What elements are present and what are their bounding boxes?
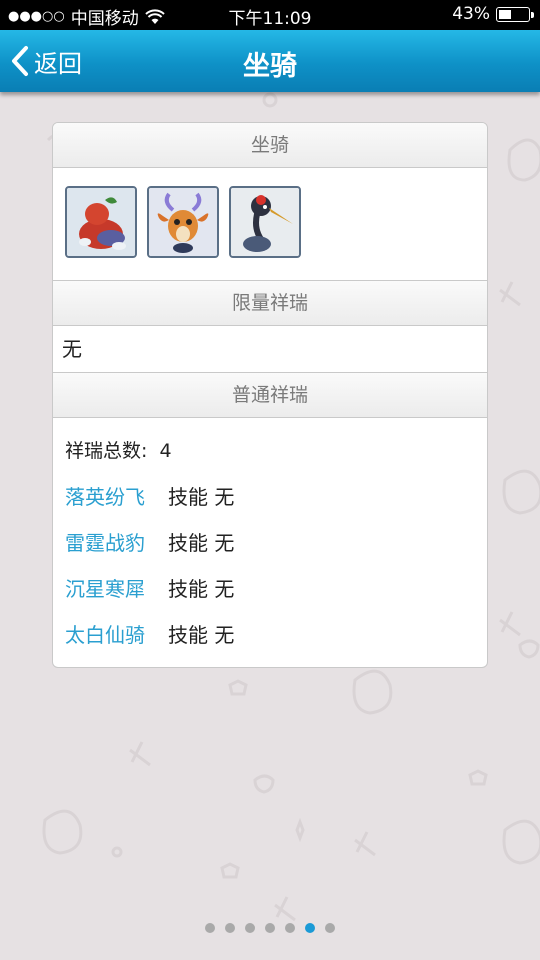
- page-dot[interactable]: [205, 923, 215, 933]
- rui-skill: 技能 无: [168, 577, 235, 601]
- page-dot[interactable]: [245, 923, 255, 933]
- limited-section-header: 限量祥瑞: [53, 280, 487, 326]
- total-label: 祥瑞总数:: [65, 440, 148, 462]
- rui-skill: 技能 无: [168, 623, 235, 647]
- total-value: 4: [159, 440, 172, 462]
- rui-name-link[interactable]: 太白仙骑: [65, 612, 168, 658]
- mount-info-card: 坐骑 限量祥瑞 无 普通祥瑞 祥瑞总数: 4 落英纷飞 技能 无 雷霆战豹 技能…: [52, 122, 488, 668]
- limited-value: 无: [62, 337, 82, 361]
- crane-mount-icon[interactable]: [229, 186, 301, 258]
- page-dot[interactable]: [305, 923, 315, 933]
- rui-name-link[interactable]: 雷霆战豹: [65, 520, 168, 566]
- status-bar: ●●●○○ 中国移动 下午11:09 43%: [0, 0, 540, 30]
- mount-section-header: 坐骑: [53, 123, 487, 168]
- nav-bar: 返回 坐骑: [0, 30, 540, 92]
- list-item: 沉星寒犀 技能 无: [65, 566, 475, 612]
- page-title: 坐骑: [243, 51, 297, 82]
- total-row: 祥瑞总数: 4: [65, 428, 475, 474]
- battery-percent: 43%: [452, 4, 490, 24]
- page-dot[interactable]: [225, 923, 235, 933]
- rui-skill: 技能 无: [168, 531, 235, 555]
- list-item: 太白仙骑 技能 无: [65, 612, 475, 658]
- rui-name-link[interactable]: 落英纷飞: [65, 474, 168, 520]
- battery-fill: [499, 9, 511, 19]
- deer-mount-icon[interactable]: [147, 186, 219, 258]
- page-dot[interactable]: [325, 923, 335, 933]
- list-item: 雷霆战豹 技能 无: [65, 520, 475, 566]
- normal-section-header: 普通祥瑞: [53, 372, 487, 418]
- rui-name-link[interactable]: 沉星寒犀: [65, 566, 168, 612]
- battery-icon: [496, 6, 534, 22]
- rui-skill: 技能 无: [168, 485, 235, 509]
- page-dot[interactable]: [265, 923, 275, 933]
- page-indicator: [0, 923, 540, 933]
- list-item: 落英纷飞 技能 无: [65, 474, 475, 520]
- mount-list: [53, 168, 487, 280]
- page-dot[interactable]: [285, 923, 295, 933]
- normal-section-body: 祥瑞总数: 4 落英纷飞 技能 无 雷霆战豹 技能 无 沉星寒犀 技能 无 太白…: [53, 428, 487, 658]
- gourd-mount-icon[interactable]: [65, 186, 137, 258]
